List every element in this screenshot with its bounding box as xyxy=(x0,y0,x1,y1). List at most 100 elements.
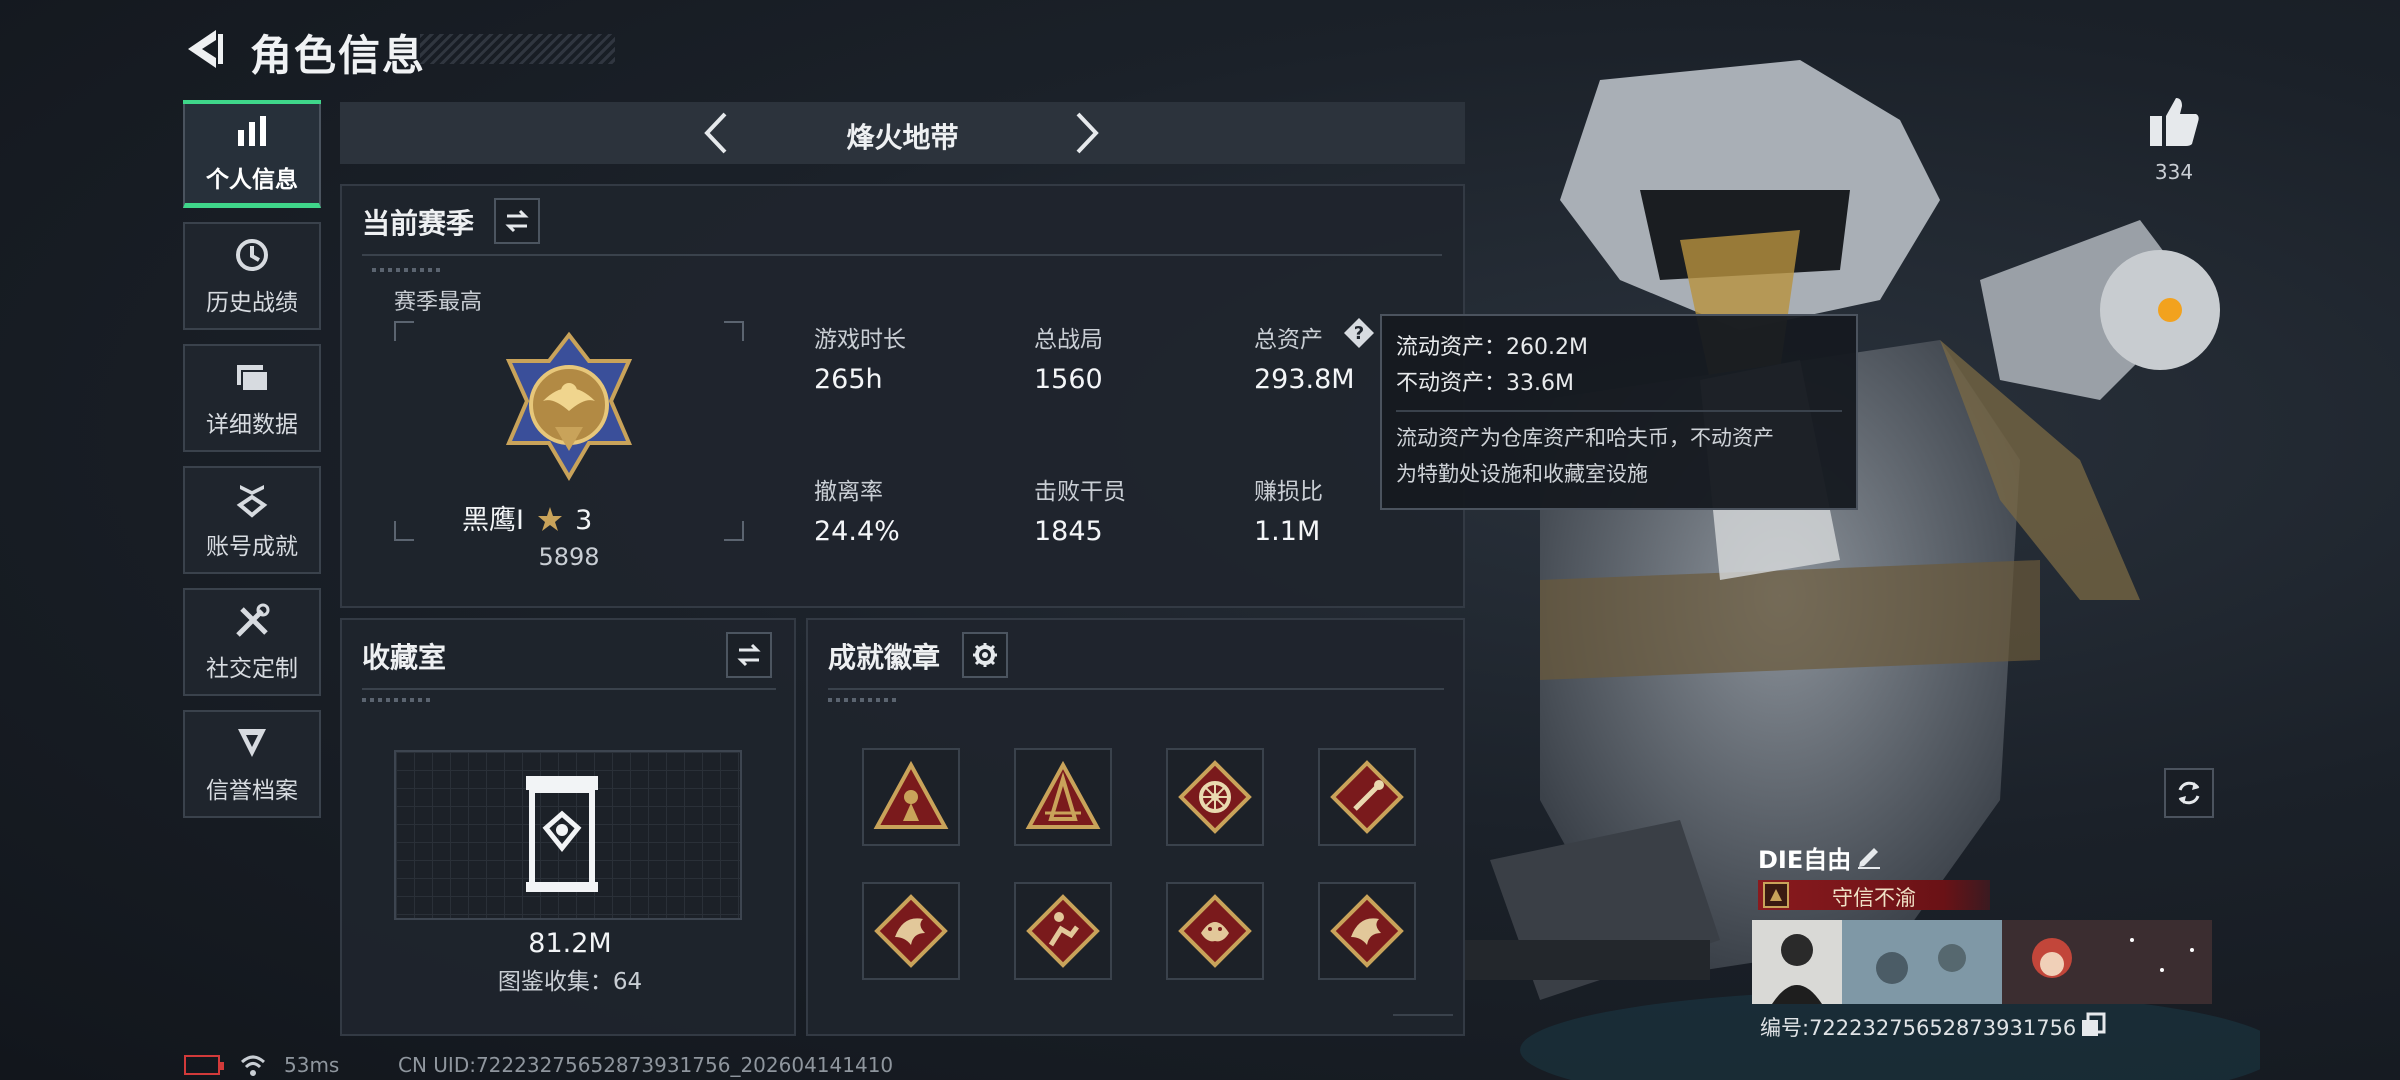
decoration xyxy=(362,698,432,702)
divider xyxy=(362,688,776,690)
collection-panel: 收藏室 81.2M 图鉴收集：64 xyxy=(340,618,796,1036)
badge-settings-button[interactable] xyxy=(962,632,1008,678)
decoration xyxy=(372,268,442,272)
sidebar-item-history[interactable]: 历史战绩 xyxy=(183,222,321,330)
liquid-assets: 流动资产：260.2M xyxy=(1396,335,1588,360)
bar-chart-icon xyxy=(238,115,266,146)
copy-icon[interactable] xyxy=(2080,1012,2106,1038)
star-icon xyxy=(537,507,562,531)
tower-triangle-badge-icon xyxy=(1025,760,1101,829)
fixed-assets: 不动资产：33.6M xyxy=(1396,371,1574,396)
reputation-icon xyxy=(238,729,266,757)
gear-icon xyxy=(973,643,997,667)
sidebar-item-detailed-data[interactable]: 详细数据 xyxy=(183,344,321,452)
asset-tooltip: 流动资产：260.2M 不动资产：33.6M 流动资产为仓库资产和哈夫币，不动资… xyxy=(1380,314,1858,510)
stat-value: 293.8M xyxy=(1254,364,1355,395)
vault-preview[interactable] xyxy=(394,750,742,920)
tooltip-description-1: 流动资产为仓库资产和哈夫币，不动资产 xyxy=(1396,426,1774,450)
stat-value: 1560 xyxy=(1034,364,1103,395)
page-title: 角色信息 xyxy=(250,31,427,80)
battery-icon xyxy=(184,1055,224,1075)
sidebar: 个人信息 历史战绩 详细数据 账号成就 社交定制 信誉档案 xyxy=(183,100,321,832)
rank-name: 黑鹰I 3 xyxy=(462,498,592,537)
stat-value: 265h xyxy=(814,364,883,395)
stat-label: 撤离率 xyxy=(814,479,883,505)
sidebar-item-label: 社交定制 xyxy=(206,656,298,682)
catalog-count: 图鉴收集：64 xyxy=(497,969,643,995)
player-banner[interactable] xyxy=(1752,920,2212,1004)
back-button[interactable] xyxy=(180,24,230,74)
rotate-model-button[interactable] xyxy=(2164,768,2214,818)
sidebar-item-label: 信誉档案 xyxy=(206,778,298,804)
badge-slot[interactable] xyxy=(1318,748,1416,846)
decoration xyxy=(1393,1014,1453,1026)
mode-selector: 烽火地带 xyxy=(340,102,1465,164)
switch-collection-button[interactable] xyxy=(726,632,772,678)
frame-corner xyxy=(724,321,744,341)
badge-slot[interactable] xyxy=(1014,748,1112,846)
ping-latency: 53ms xyxy=(284,1053,340,1077)
player-id: 编号:72223275652873931756 xyxy=(1760,1016,2077,1040)
decoration xyxy=(828,698,898,702)
next-mode-button[interactable] xyxy=(1062,110,1108,156)
stat-value: 1.1M xyxy=(1254,516,1321,547)
badge-slot[interactable] xyxy=(862,748,960,846)
game-screen: 角色信息 个人信息 历史战绩 详细数据 账号成就 社交定制 信誉档案 烽火地带 … xyxy=(0,0,2400,1080)
title-decoration xyxy=(420,34,615,64)
badge-slot[interactable] xyxy=(1166,748,1264,846)
like-count: 334 xyxy=(2154,160,2194,184)
rank-stars: 3 xyxy=(575,505,593,536)
wifi-icon xyxy=(240,1055,266,1076)
folder-icon xyxy=(237,365,269,392)
badge-slot[interactable] xyxy=(1014,882,1112,980)
mode-name: 烽火地带 xyxy=(846,121,959,154)
swap-icon xyxy=(505,209,529,233)
badge-slot[interactable] xyxy=(1318,882,1416,980)
collection-value: 81.2M xyxy=(528,928,612,959)
dragon-diamond-badge-icon xyxy=(1330,894,1404,968)
divider xyxy=(828,688,1444,690)
banner-art xyxy=(1752,920,2212,1004)
player-title-bar: 守信不渝 xyxy=(1758,880,1990,910)
player-name: DIE自由 xyxy=(1758,846,1852,874)
divider xyxy=(1396,410,1842,412)
sidebar-item-personal-info[interactable]: 个人信息 xyxy=(183,100,321,208)
player-title: 守信不渝 xyxy=(1832,886,1916,910)
badges-title: 成就徽章 xyxy=(828,641,941,674)
frame-corner xyxy=(724,521,744,541)
achievement-icon xyxy=(236,485,268,518)
stat-label: 总战局 xyxy=(1034,327,1103,353)
uid-text: CN UID:72223275652873931756_202604141410 xyxy=(398,1053,894,1077)
sidebar-item-label: 账号成就 xyxy=(206,534,298,560)
soldier-triangle-badge-icon xyxy=(873,760,949,829)
tooltip-description-2: 为特勤处设施和收藏室设施 xyxy=(1396,462,1648,486)
frame-corner xyxy=(394,521,414,541)
swap-icon xyxy=(737,643,761,667)
stat-value: 1845 xyxy=(1034,516,1103,547)
collection-title: 收藏室 xyxy=(362,641,447,674)
stat-label: 总资产 xyxy=(1254,327,1323,353)
sidebar-item-label: 个人信息 xyxy=(206,166,298,193)
frame-corner xyxy=(394,321,414,341)
svg-text:?: ? xyxy=(1354,323,1364,344)
stat-value: 24.4% xyxy=(814,516,900,547)
season-best-label: 赛季最高 xyxy=(394,290,483,315)
rank-emblem-icon xyxy=(505,331,633,481)
badge-slot[interactable] xyxy=(1166,882,1264,980)
runner-diamond-badge-icon xyxy=(1026,894,1100,968)
divider xyxy=(362,254,1442,256)
badges-panel: 成就徽章 xyxy=(806,618,1465,1036)
season-panel: 当前赛季 赛季最高 黑鹰I 3 5898 游戏时长 265h 总战局 1560 … xyxy=(340,184,1465,608)
sidebar-item-reputation[interactable]: 信誉档案 xyxy=(183,710,321,818)
sidebar-item-achievements[interactable]: 账号成就 xyxy=(183,466,321,574)
help-icon[interactable]: ? xyxy=(1342,316,1376,350)
switch-season-button[interactable] xyxy=(494,198,540,244)
sidebar-item-social[interactable]: 社交定制 xyxy=(183,588,321,696)
clock-icon xyxy=(236,239,268,271)
badge-slot[interactable] xyxy=(862,882,960,980)
edit-icon[interactable] xyxy=(1854,840,1884,870)
rank-name-text: 黑鹰I xyxy=(462,505,524,536)
beast-diamond-badge-icon xyxy=(1178,894,1252,968)
thumbs-up-icon[interactable] xyxy=(2144,92,2204,152)
tool-diamond-badge-icon xyxy=(1330,760,1404,834)
